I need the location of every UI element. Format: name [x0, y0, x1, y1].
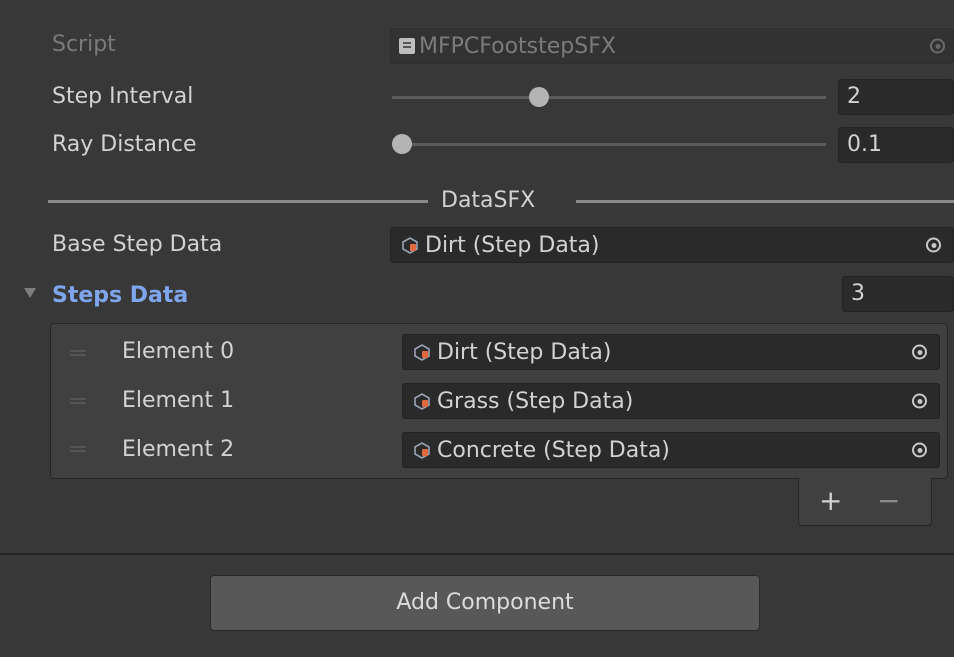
element-label: Element 1: [122, 388, 235, 413]
foldout-arrow-icon[interactable]: [24, 288, 36, 298]
header-line-left: [48, 200, 428, 203]
ray-distance-label: Ray Distance: [52, 132, 197, 157]
ray-distance-field[interactable]: 0.1: [838, 127, 954, 163]
element-field-value: Grass (Step Data): [437, 388, 634, 414]
ray-distance-slider-track[interactable]: [392, 143, 826, 146]
script-field-value: MFPCFootstepSFX: [419, 33, 616, 59]
scriptable-object-icon: [402, 237, 418, 254]
object-picker-icon[interactable]: [912, 393, 927, 409]
separator: [0, 553, 954, 555]
element-field[interactable]: Grass (Step Data): [402, 383, 940, 419]
element-field[interactable]: Dirt (Step Data): [402, 334, 940, 370]
base-step-data-value: Dirt (Step Data): [425, 232, 600, 258]
object-picker-icon[interactable]: [912, 442, 927, 458]
step-interval-slider-thumb[interactable]: [528, 87, 549, 107]
element-field[interactable]: Concrete (Step Data): [402, 432, 940, 468]
drag-handle-icon[interactable]: [70, 446, 86, 452]
element-label: Element 0: [122, 339, 235, 364]
script-field: MFPCFootstepSFX: [390, 28, 954, 64]
base-step-data-label: Base Step Data: [52, 232, 223, 257]
header-datasfx: DataSFX: [441, 188, 536, 213]
inspector-panel: Script MFPCFootstepSFX Step Interval 2 R…: [0, 0, 954, 657]
header-line-right: [576, 200, 954, 203]
scriptable-object-icon: [414, 393, 430, 410]
remove-element-button[interactable]: −: [877, 484, 900, 518]
step-interval-label: Step Interval: [52, 84, 194, 109]
base-step-data-field[interactable]: Dirt (Step Data): [390, 227, 954, 263]
list-footer: + −: [798, 478, 932, 526]
drag-handle-icon[interactable]: [70, 398, 86, 404]
script-icon: [399, 38, 415, 54]
step-interval-field[interactable]: 2: [838, 79, 954, 115]
steps-data-label[interactable]: Steps Data: [52, 279, 188, 313]
element-label: Element 2: [122, 437, 235, 462]
element-field-value: Dirt (Step Data): [437, 339, 612, 365]
object-picker-icon[interactable]: [926, 237, 941, 253]
add-component-button[interactable]: Add Component: [210, 575, 760, 631]
object-picker-icon[interactable]: [912, 344, 927, 360]
steps-data-size-field[interactable]: 3: [842, 276, 954, 312]
drag-handle-icon[interactable]: [70, 350, 86, 356]
add-element-button[interactable]: +: [819, 484, 842, 518]
scriptable-object-icon: [414, 344, 430, 361]
step-interval-slider-track[interactable]: [392, 96, 826, 99]
object-picker-icon: [930, 38, 945, 54]
ray-distance-slider-thumb[interactable]: [392, 134, 412, 154]
element-field-value: Concrete (Step Data): [437, 437, 670, 463]
scriptable-object-icon: [414, 442, 430, 459]
script-label: Script: [52, 32, 116, 57]
